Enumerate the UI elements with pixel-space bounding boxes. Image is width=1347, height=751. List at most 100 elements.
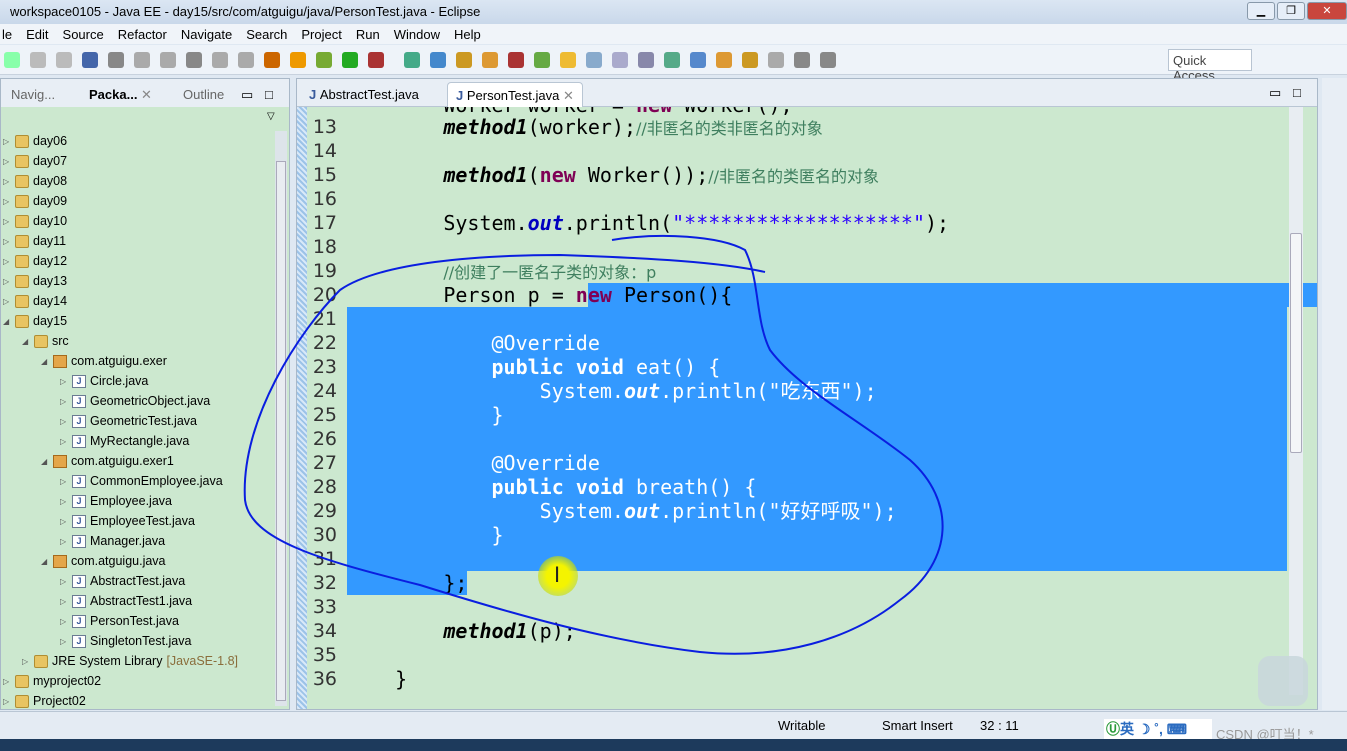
toolbar-button-icon[interactable]: [430, 52, 446, 68]
toolbar-button-icon[interactable]: [768, 52, 784, 68]
expand-icon[interactable]: ▷: [3, 677, 11, 686]
toolbar-button-icon[interactable]: [368, 52, 384, 68]
quick-access-input[interactable]: Quick Access: [1168, 49, 1252, 83]
expand-icon[interactable]: ▷: [3, 257, 11, 266]
tree-item[interactable]: ▷ J AbstractTest1.java: [60, 591, 192, 611]
tree-item[interactable]: ◢ com.atguigu.java: [41, 551, 166, 571]
tree-item[interactable]: ▷ J AbstractTest.java: [60, 571, 185, 591]
tree-item[interactable]: ◢ com.atguigu.exer: [41, 351, 167, 371]
expand-icon[interactable]: ▷: [60, 617, 68, 626]
toolbar-button-icon[interactable]: [534, 52, 550, 68]
expand-icon[interactable]: ▷: [60, 477, 68, 486]
toolbar-button-icon[interactable]: [664, 52, 680, 68]
tree-item[interactable]: ▷ day10: [3, 211, 67, 231]
toolbar-button-icon[interactable]: [342, 52, 358, 68]
toolbar-button-icon[interactable]: [560, 52, 576, 68]
tree-item[interactable]: ▷ J Circle.java: [60, 371, 148, 391]
expand-icon[interactable]: ▷: [22, 657, 30, 666]
toolbar-button-icon[interactable]: [108, 52, 124, 68]
expand-icon[interactable]: ▷: [60, 577, 68, 586]
expand-icon[interactable]: ▷: [60, 517, 68, 526]
toolbar-button-icon[interactable]: [820, 52, 836, 68]
tree-item[interactable]: ▷ J EmployeeTest.java: [60, 511, 195, 531]
collapse-icon[interactable]: ◢: [41, 557, 49, 566]
tree-item[interactable]: ▷ J SingletonTest.java: [60, 631, 191, 651]
tree-item[interactable]: ▷ J MyRectangle.java: [60, 431, 189, 451]
toolbar-button-icon[interactable]: [316, 52, 332, 68]
toolbar-button-icon[interactable]: [508, 52, 524, 68]
menu-le[interactable]: le: [2, 27, 12, 42]
expand-icon[interactable]: ▷: [3, 177, 11, 186]
close-icon[interactable]: ✕: [563, 88, 574, 103]
tree-item[interactable]: ▷ J Manager.java: [60, 531, 165, 551]
expand-icon[interactable]: ▷: [60, 637, 68, 646]
expand-icon[interactable]: ▷: [3, 197, 11, 206]
tree-item[interactable]: ▷ Project02: [3, 691, 86, 711]
tree-item[interactable]: ▷ day07: [3, 151, 67, 171]
tree-item[interactable]: ▷ day12: [3, 251, 67, 271]
toolbar-button-icon[interactable]: [4, 52, 20, 68]
expand-icon[interactable]: ▷: [60, 597, 68, 606]
expand-icon[interactable]: ▷: [3, 157, 11, 166]
tree-item[interactable]: ▷ day09: [3, 191, 67, 211]
minimize-view-icon[interactable]: ▭: [1269, 85, 1281, 101]
expand-icon[interactable]: ▷: [3, 137, 11, 146]
tab-navigator[interactable]: Navig...: [11, 87, 55, 102]
toolbar-button-icon[interactable]: [742, 52, 758, 68]
toolbar-button-icon[interactable]: [586, 52, 602, 68]
menu-window[interactable]: Window: [394, 27, 440, 42]
tree-item[interactable]: ◢ day15: [3, 311, 67, 331]
menu-project[interactable]: Project: [301, 27, 341, 42]
expand-icon[interactable]: ▷: [60, 497, 68, 506]
maximize-button[interactable]: ❐: [1277, 2, 1305, 20]
tab-abstracttest[interactable]: J AbstractTest.java: [301, 82, 427, 107]
tree-item[interactable]: ▷ J PersonTest.java: [60, 611, 179, 631]
scrollbar[interactable]: [275, 131, 287, 706]
expand-icon[interactable]: ▷: [60, 537, 68, 546]
collapse-icon[interactable]: ◢: [3, 317, 11, 326]
maximize-view-icon[interactable]: □: [265, 87, 273, 102]
tree-item[interactable]: ▷ day06: [3, 131, 67, 151]
expand-icon[interactable]: ▷: [60, 437, 68, 446]
toolbar-button-icon[interactable]: [482, 52, 498, 68]
editor-scrollbar[interactable]: [1289, 107, 1303, 695]
expand-icon[interactable]: ▷: [60, 377, 68, 386]
collapse-icon[interactable]: ◢: [41, 357, 49, 366]
code-editor[interactable]: J AbstractTest.java J PersonTest.java ✕ …: [296, 78, 1318, 710]
tree-item[interactable]: ▷ day08: [3, 171, 67, 191]
tab-outline[interactable]: Outline: [183, 87, 224, 102]
toolbar-button-icon[interactable]: [690, 52, 706, 68]
toolbar-button-icon[interactable]: [82, 52, 98, 68]
toolbar-button-icon[interactable]: [404, 52, 420, 68]
tree-item[interactable]: ▷ JRE System Library [JavaSE-1.8]: [22, 651, 238, 671]
toolbar-button-icon[interactable]: [186, 52, 202, 68]
tree-item[interactable]: ▷ day13: [3, 271, 67, 291]
view-menu-icon[interactable]: ▽: [267, 111, 275, 122]
toolbar-button-icon[interactable]: [160, 52, 176, 68]
tree-item[interactable]: ▷ J Employee.java: [60, 491, 172, 511]
menu-edit[interactable]: Edit: [26, 27, 48, 42]
expand-icon[interactable]: ▷: [3, 277, 11, 286]
toolbar-button-icon[interactable]: [638, 52, 654, 68]
toolbar-button-icon[interactable]: [134, 52, 150, 68]
tree-item[interactable]: ▷ day14: [3, 291, 67, 311]
toolbar-button-icon[interactable]: [612, 52, 628, 68]
ime-indicator[interactable]: Ⓤ英 ☽ ˚, ⌨: [1104, 719, 1212, 739]
toolbar-button-icon[interactable]: [212, 52, 228, 68]
tree-item[interactable]: ▷ myproject02: [3, 671, 101, 691]
expand-icon[interactable]: ▷: [3, 217, 11, 226]
tree-item[interactable]: ▷ J CommonEmployee.java: [60, 471, 223, 491]
menu-run[interactable]: Run: [356, 27, 380, 42]
menu-refactor[interactable]: Refactor: [118, 27, 167, 42]
collapse-icon[interactable]: ◢: [22, 337, 30, 346]
toolbar-button-icon[interactable]: [716, 52, 732, 68]
tab-package-explorer[interactable]: Packa...: [89, 87, 137, 102]
expand-icon[interactable]: ▷: [3, 237, 11, 246]
tree-item[interactable]: ◢ src: [22, 331, 69, 351]
tree-item[interactable]: ▷ J GeometricTest.java: [60, 411, 197, 431]
collapse-icon[interactable]: ◢: [41, 457, 49, 466]
tree-item[interactable]: ◢ com.atguigu.exer1: [41, 451, 174, 471]
toolbar-button-icon[interactable]: [30, 52, 46, 68]
toolbar-button-icon[interactable]: [794, 52, 810, 68]
toolbar-button-icon[interactable]: [290, 52, 306, 68]
